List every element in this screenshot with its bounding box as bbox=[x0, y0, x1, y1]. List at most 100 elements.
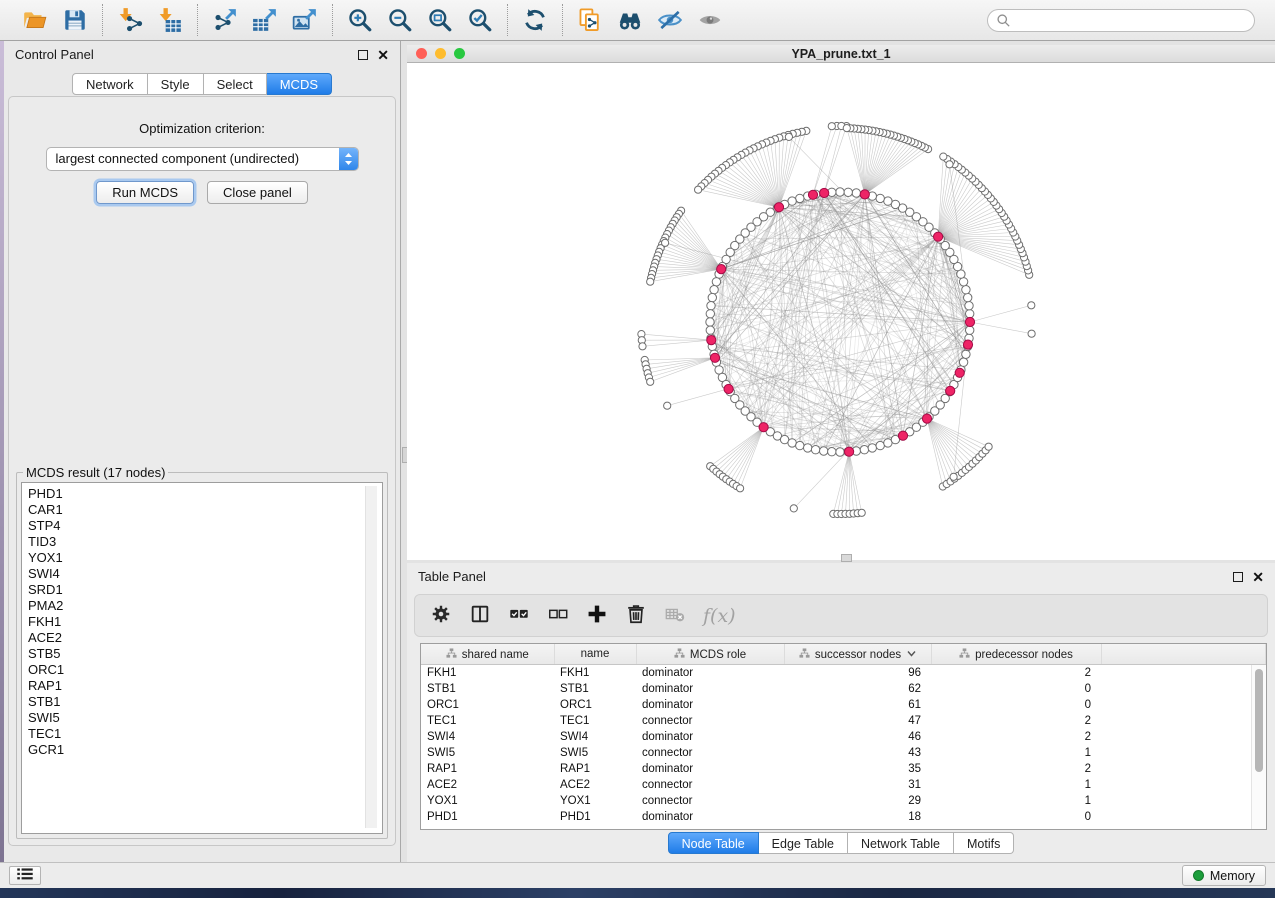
cell-shared-name[interactable]: PHD1 bbox=[421, 809, 554, 825]
table-scrollbar-thumb[interactable] bbox=[1255, 669, 1263, 772]
cell-shared-name[interactable]: STB1 bbox=[421, 681, 554, 697]
cell-name[interactable]: TEC1 bbox=[554, 713, 636, 729]
cell-successor-nodes[interactable]: 35 bbox=[784, 761, 931, 777]
result-item[interactable]: SWI5 bbox=[28, 710, 382, 726]
close-window-button[interactable] bbox=[416, 48, 427, 59]
float-panel-icon[interactable] bbox=[358, 50, 368, 60]
optimization-criterion-dropdown[interactable]: largest connected component (undirected) bbox=[46, 147, 359, 171]
export-network-button[interactable] bbox=[207, 4, 243, 36]
cell-mcds-role[interactable]: dominator bbox=[636, 681, 784, 697]
cell-predecessor-nodes[interactable]: 1 bbox=[931, 745, 1101, 761]
cell-successor-nodes[interactable]: 31 bbox=[784, 777, 931, 793]
panel-splitter-vertical[interactable] bbox=[400, 41, 407, 862]
cell-successor-nodes[interactable]: 29 bbox=[784, 793, 931, 809]
cell-predecessor-nodes[interactable]: 0 bbox=[931, 697, 1101, 713]
tab-network-table[interactable]: Network Table bbox=[848, 832, 954, 854]
zoom-selected-button[interactable] bbox=[462, 4, 498, 36]
result-item[interactable]: STB1 bbox=[28, 694, 382, 710]
table-row[interactable]: SWI5SWI5connector431 bbox=[421, 745, 1266, 761]
result-item[interactable]: TEC1 bbox=[28, 726, 382, 742]
cell-predecessor-nodes[interactable]: 2 bbox=[931, 761, 1101, 777]
cell-shared-name[interactable]: ORC1 bbox=[421, 697, 554, 713]
float-table-panel-icon[interactable] bbox=[1233, 572, 1243, 582]
cell-mcds-role[interactable]: dominator bbox=[636, 697, 784, 713]
cell-predecessor-nodes[interactable]: 0 bbox=[931, 809, 1101, 825]
cell-shared-name[interactable]: SWI4 bbox=[421, 729, 554, 745]
result-list-scrollbar[interactable] bbox=[365, 486, 377, 828]
tab-node-table[interactable]: Node Table bbox=[668, 832, 759, 854]
save-session-button[interactable] bbox=[57, 4, 93, 36]
cell-predecessor-nodes[interactable]: 0 bbox=[931, 681, 1101, 697]
cell-successor-nodes[interactable]: 43 bbox=[784, 745, 931, 761]
cell-name[interactable]: RAP1 bbox=[554, 761, 636, 777]
cell-mcds-role[interactable]: dominator bbox=[636, 665, 784, 682]
splitter-handle-horizontal[interactable] bbox=[841, 554, 852, 562]
cell-successor-nodes[interactable]: 96 bbox=[784, 665, 931, 682]
export-table-button[interactable] bbox=[247, 4, 283, 36]
result-item[interactable]: ACE2 bbox=[28, 630, 382, 646]
cell-name[interactable]: YOX1 bbox=[554, 793, 636, 809]
cell-shared-name[interactable]: ACE2 bbox=[421, 777, 554, 793]
zoom-fit-button[interactable] bbox=[422, 4, 458, 36]
select-all-columns-button[interactable] bbox=[508, 603, 530, 628]
cell-predecessor-nodes[interactable]: 1 bbox=[931, 777, 1101, 793]
cell-predecessor-nodes[interactable]: 1 bbox=[931, 793, 1101, 809]
cell-name[interactable]: STB1 bbox=[554, 681, 636, 697]
close-panel-button[interactable]: Close panel bbox=[207, 181, 308, 204]
table-row[interactable]: TEC1TEC1connector472 bbox=[421, 713, 1266, 729]
result-item[interactable]: STB5 bbox=[28, 646, 382, 662]
cell-name[interactable]: FKH1 bbox=[554, 665, 636, 682]
show-panel-list-button[interactable] bbox=[9, 866, 41, 885]
cell-successor-nodes[interactable]: 61 bbox=[784, 697, 931, 713]
cell-name[interactable]: SWI5 bbox=[554, 745, 636, 761]
close-panel-icon[interactable]: ✕ bbox=[377, 48, 389, 62]
table-row[interactable]: SWI4SWI4dominator462 bbox=[421, 729, 1266, 745]
first-neighbors-button[interactable] bbox=[612, 4, 648, 36]
cell-name[interactable]: ORC1 bbox=[554, 697, 636, 713]
column-header-mcds-role[interactable]: MCDS role bbox=[636, 644, 784, 665]
add-column-button[interactable] bbox=[586, 603, 608, 628]
cell-predecessor-nodes[interactable]: 2 bbox=[931, 713, 1101, 729]
tab-motifs[interactable]: Motifs bbox=[954, 832, 1014, 854]
cell-shared-name[interactable]: FKH1 bbox=[421, 665, 554, 682]
result-item[interactable]: PHD1 bbox=[28, 486, 382, 502]
cell-mcds-role[interactable]: connector bbox=[636, 793, 784, 809]
import-table-button[interactable] bbox=[152, 4, 188, 36]
cell-name[interactable]: PHD1 bbox=[554, 809, 636, 825]
cell-predecessor-nodes[interactable]: 2 bbox=[931, 665, 1101, 682]
deselect-all-columns-button[interactable] bbox=[547, 603, 569, 628]
result-item[interactable]: SRD1 bbox=[28, 582, 382, 598]
cell-shared-name[interactable]: TEC1 bbox=[421, 713, 554, 729]
cell-mcds-role[interactable]: dominator bbox=[636, 809, 784, 825]
open-file-button[interactable] bbox=[17, 4, 53, 36]
result-item[interactable]: GCR1 bbox=[28, 742, 382, 758]
export-image-button[interactable] bbox=[287, 4, 323, 36]
import-network-button[interactable] bbox=[112, 4, 148, 36]
table-row[interactable]: RAP1RAP1dominator352 bbox=[421, 761, 1266, 777]
refresh-view-button[interactable] bbox=[517, 4, 553, 36]
show-all-button[interactable] bbox=[692, 4, 728, 36]
result-item[interactable]: TID3 bbox=[28, 534, 382, 550]
tab-mcds[interactable]: MCDS bbox=[267, 73, 332, 95]
memory-button[interactable]: Memory bbox=[1182, 865, 1266, 886]
table-scrollbar[interactable] bbox=[1251, 665, 1266, 829]
column-header-successor-nodes[interactable]: successor nodes bbox=[784, 644, 931, 665]
tab-edge-table[interactable]: Edge Table bbox=[759, 832, 848, 854]
cell-shared-name[interactable]: RAP1 bbox=[421, 761, 554, 777]
result-item[interactable]: SWI4 bbox=[28, 566, 382, 582]
close-table-panel-icon[interactable]: ✕ bbox=[1252, 570, 1264, 584]
cell-mcds-role[interactable]: connector bbox=[636, 713, 784, 729]
table-row[interactable]: ACE2ACE2connector311 bbox=[421, 777, 1266, 793]
delete-column-button[interactable] bbox=[625, 603, 647, 628]
cell-shared-name[interactable]: YOX1 bbox=[421, 793, 554, 809]
result-item[interactable]: ORC1 bbox=[28, 662, 382, 678]
table-row[interactable]: YOX1YOX1connector291 bbox=[421, 793, 1266, 809]
column-layout-button[interactable] bbox=[469, 603, 491, 628]
tab-select[interactable]: Select bbox=[204, 73, 267, 95]
column-header-predecessor-nodes[interactable]: predecessor nodes bbox=[931, 644, 1101, 665]
result-item[interactable]: STP4 bbox=[28, 518, 382, 534]
settings-gear-button[interactable] bbox=[430, 603, 452, 628]
cell-mcds-role[interactable]: dominator bbox=[636, 729, 784, 745]
tab-network[interactable]: Network bbox=[72, 73, 148, 95]
cell-successor-nodes[interactable]: 62 bbox=[784, 681, 931, 697]
